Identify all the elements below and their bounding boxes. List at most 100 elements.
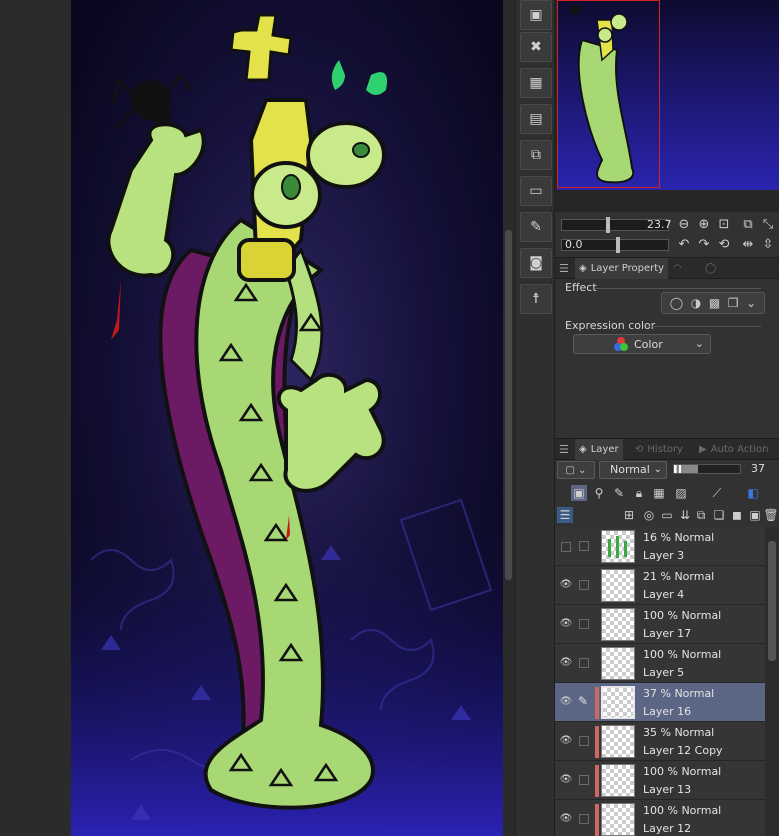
layer-list: 16 % Normal Layer 3 👁︎ 21 % Normal Layer… — [555, 527, 765, 836]
layer-panel-menu-icon[interactable]: ☰ — [559, 443, 569, 456]
layer-list-scrollbar[interactable] — [765, 527, 779, 836]
eye-icon[interactable]: 👁︎ — [559, 657, 573, 669]
effect-dropdown-icon[interactable]: ⌄ — [746, 296, 756, 310]
panel-toggle-icon[interactable]: ☰ — [557, 507, 573, 523]
layer-row[interactable]: 16 % Normal Layer 3 — [555, 527, 765, 566]
clip-studio-window: ▣ ✖ ▦ ▤ ⧉ ▭ ✎ ◙ ☨ 23.7 ⊖ ⊕ ⊡ ⧉ ⤡ 0.0 ↶ ↷… — [0, 0, 779, 836]
tab-layer[interactable]: ◈ Layer — [575, 439, 623, 460]
camera-icon[interactable]: ◙ — [520, 248, 552, 278]
layer-mode: 16 % Normal — [643, 531, 715, 544]
transform-icon[interactable]: ⧉ — [520, 140, 552, 170]
reference-layer-icon[interactable]: ⚲ — [591, 485, 607, 501]
layer-mode: 35 % Normal — [643, 726, 715, 739]
layer-thumbnail — [601, 764, 635, 797]
blend-mode-value: Normal — [610, 463, 650, 476]
layer-color-icon[interactable]: ❐ — [728, 296, 739, 310]
extract-line-icon[interactable]: ◑ — [691, 296, 701, 310]
eye-icon[interactable]: 👁︎ — [559, 735, 573, 747]
figure-icon[interactable]: ☨ — [520, 284, 552, 314]
mask-enable-icon[interactable]: ▨ — [673, 485, 689, 501]
lock-icon[interactable]: 🔒︎ — [631, 485, 647, 501]
tone-effect-icon[interactable]: ▩ — [709, 296, 720, 310]
transfer-down-icon[interactable]: ⇊ — [677, 507, 693, 523]
opacity-value: 37 — [751, 462, 765, 475]
combine-icon[interactable]: ❏ — [711, 507, 727, 523]
tab-layer-label: Layer — [590, 444, 619, 455]
actual-size-icon[interactable]: ⊡ — [717, 218, 731, 232]
grid-icon[interactable]: ▦ — [520, 68, 552, 98]
lock-transparent-icon[interactable]: ▦ — [651, 485, 667, 501]
delete-layer-icon[interactable]: 🗑︎ — [763, 507, 779, 523]
zoom-in-icon[interactable]: ⊕ — [697, 218, 711, 232]
layer-lock-toggle[interactable] — [579, 814, 589, 824]
layer-thumbnail — [601, 608, 635, 641]
history-icon: ⟲ — [635, 444, 644, 455]
fit-window-icon[interactable]: ⤡ — [761, 218, 775, 232]
tab-search[interactable]: ◯ — [701, 258, 720, 279]
clip-layer-icon[interactable]: ▣ — [571, 485, 587, 501]
layer-color-mark — [595, 765, 599, 797]
layer-lock-toggle[interactable] — [579, 736, 589, 746]
rotate-left-icon[interactable]: ↶ — [677, 238, 691, 252]
layer-row[interactable]: 👁︎ 100 % Normal Layer 13 — [555, 761, 765, 800]
expression-color-select[interactable]: Color ⌄ — [573, 334, 711, 354]
navigator-panel[interactable] — [555, 0, 779, 212]
fit-icon[interactable]: ⧉ — [741, 218, 755, 232]
eye-icon[interactable]: 👁︎ — [559, 774, 573, 786]
layer-mode: 100 % Normal — [643, 648, 722, 661]
zoom-out-icon[interactable]: ⊖ — [677, 218, 691, 232]
eye-icon[interactable]: 👁︎ — [559, 813, 573, 825]
layer-lock-toggle[interactable] — [579, 580, 589, 590]
tab-layer-property[interactable]: ◈ Layer Property — [575, 258, 669, 279]
draft-layer-icon[interactable]: ✎ — [611, 485, 627, 501]
drawing-canvas[interactable] — [71, 0, 503, 836]
zoom-control: 23.7 ⊖ ⊕ ⊡ ⧉ ⤡ — [555, 215, 779, 235]
ruler-icon[interactable]: ⟋ — [709, 485, 725, 501]
eye-icon[interactable]: 👁︎ — [559, 579, 573, 591]
rotate-right-icon[interactable]: ↷ — [697, 238, 711, 252]
new-raster-layer-icon[interactable]: ⊞ — [621, 507, 637, 523]
layer-color-toggle-icon[interactable]: ◧ — [745, 485, 761, 501]
layer-row[interactable]: 👁︎ 35 % Normal Layer 12 Copy — [555, 722, 765, 761]
eye-icon[interactable]: 👁︎ — [559, 696, 573, 708]
layer-row[interactable]: 👁︎ 100 % Normal Layer 12 — [555, 800, 765, 836]
edit-icon[interactable]: ✎ — [520, 212, 552, 242]
new-mask-icon[interactable]: ▣ — [747, 507, 763, 523]
delete-icon[interactable]: ✖ — [520, 32, 552, 62]
tab-history[interactable]: ⟲ History — [631, 439, 687, 460]
tab-auto-action[interactable]: ▶ Auto Action — [695, 439, 772, 460]
folder-icon[interactable]: ▭ — [520, 176, 552, 206]
effect-buttons: ◯ ◑ ▩ ❐ ⌄ — [661, 292, 765, 314]
new-vector-layer-icon[interactable]: ◎ — [641, 507, 657, 523]
flip-horizontal-icon[interactable]: ⇹ — [741, 238, 755, 252]
canvas-vertical-scrollbar[interactable] — [505, 230, 512, 580]
layer-settings-icon[interactable]: ▤ — [520, 104, 552, 134]
navigator-view-frame[interactable] — [557, 0, 660, 188]
layer-row[interactable]: 👁︎ 100 % Normal Layer 17 — [555, 605, 765, 644]
layer-color-select[interactable]: ▢ ⌄ — [557, 461, 595, 479]
visibility-toggle-icon[interactable] — [561, 542, 571, 552]
layer-row[interactable]: 👁︎ 21 % Normal Layer 4 — [555, 566, 765, 605]
merge-down-icon[interactable]: ⧉ — [693, 507, 709, 523]
panel-menu-icon[interactable]: ☰ — [559, 262, 569, 275]
save-icon[interactable]: ▣ — [520, 0, 552, 30]
mask-icon[interactable]: ◼ — [729, 507, 745, 523]
layer-lock-toggle[interactable] — [579, 541, 589, 551]
right-panel: 23.7 ⊖ ⊕ ⊡ ⧉ ⤡ 0.0 ↶ ↷ ⟲ ⇹ ⇳ ☰ ◈ Layer P… — [555, 0, 779, 836]
border-effect-icon[interactable]: ◯ — [670, 296, 683, 310]
opacity-slider[interactable] — [673, 464, 741, 474]
layer-thumb-art — [608, 536, 627, 558]
new-folder-icon[interactable]: ▭ — [659, 507, 675, 523]
blend-mode-select[interactable]: Normal ⌄ — [599, 461, 667, 479]
layer-actions-row: ☰ ⊞ ◎ ▭ ⇊ ⧉ ❏ ◼ ▣ 🗑︎ — [555, 504, 779, 526]
layer-thumbnail — [601, 569, 635, 602]
layer-lock-toggle[interactable] — [579, 619, 589, 629]
layer-lock-toggle[interactable] — [579, 658, 589, 668]
eye-icon[interactable]: 👁︎ — [559, 618, 573, 630]
reset-rotation-icon[interactable]: ⟲ — [717, 238, 731, 252]
layer-row-selected[interactable]: 👁︎ ✎ 37 % Normal Layer 16 — [555, 683, 765, 722]
tab-tone[interactable]: ◠ — [669, 258, 686, 279]
layer-lock-toggle[interactable] — [579, 775, 589, 785]
layer-row[interactable]: 👁︎ 100 % Normal Layer 5 — [555, 644, 765, 683]
flip-vertical-icon[interactable]: ⇳ — [761, 238, 775, 252]
